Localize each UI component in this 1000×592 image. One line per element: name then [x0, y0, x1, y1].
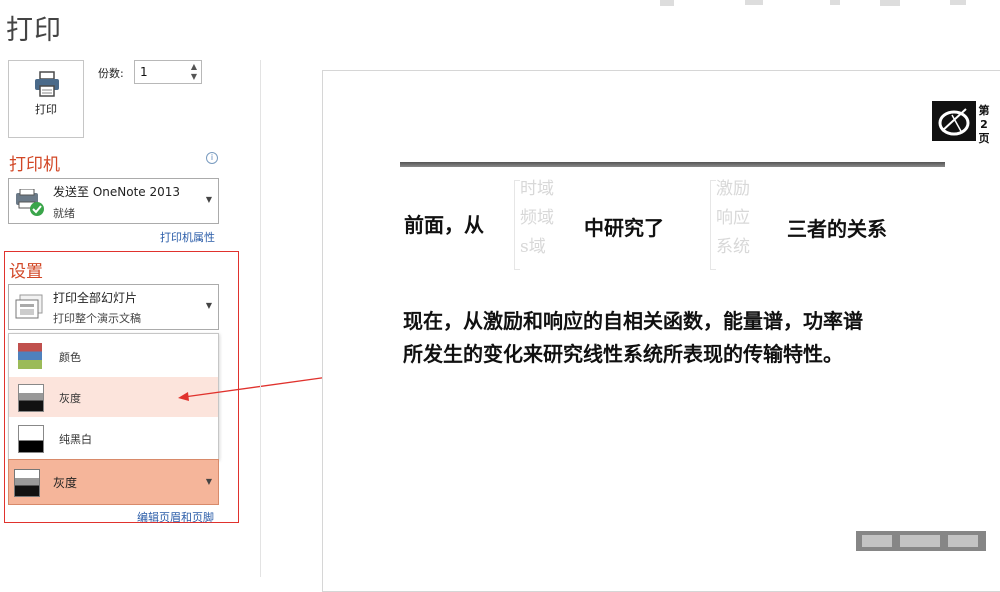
printer-status: 就绪	[53, 207, 75, 220]
slide-paragraph-line: 现在，从激励和响应的自相关函数，能量谱，功率谱	[403, 309, 863, 333]
info-icon[interactable]: i	[206, 152, 218, 164]
menu-item-label: 纯黑白	[59, 433, 92, 446]
menu-item-label: 灰度	[59, 392, 81, 405]
black-white-swatch-icon	[18, 425, 44, 453]
menu-item-label: 颜色	[59, 351, 81, 364]
color-swatch-icon	[18, 343, 42, 369]
faint-system-list: 激励 响应 系统	[716, 175, 750, 262]
printer-icon	[35, 71, 59, 97]
copies-label: 份数:	[98, 67, 124, 80]
dropdown-arrow-icon: ▼	[205, 477, 212, 486]
print-range-dropdown[interactable]: 打印全部幻灯片 打印整个演示文稿 ▼	[8, 284, 219, 330]
slide-paragraph: 现在，从激励和响应的自相关函数，能量谱，功率谱 所发生的变化来研究线性系统所表现…	[403, 305, 963, 371]
watermark-strip	[660, 0, 966, 6]
spin-arrows-icon[interactable]: ▲ ▼	[191, 62, 197, 82]
faint-text: 激励	[716, 179, 750, 199]
page-title: 打印	[6, 15, 62, 46]
printer-heading: 打印机	[9, 155, 60, 175]
faint-text: 频域	[520, 208, 554, 228]
faint-text: 响应	[716, 208, 750, 228]
pane-divider	[260, 60, 261, 577]
color-mode-dropdown[interactable]: 灰度 ▼	[8, 459, 219, 505]
color-mode-value: 灰度	[53, 476, 78, 490]
printer-dropdown[interactable]: 发送至 OneNote 2013 就绪 ▼	[8, 178, 219, 224]
printer-name: 发送至 OneNote 2013	[53, 185, 181, 199]
print-range-subtitle: 打印整个演示文稿	[53, 312, 141, 325]
print-button-label: 打印	[35, 103, 57, 116]
printer-properties-link[interactable]: 打印机属性	[160, 229, 215, 245]
faint-domain-list: 时域 频域 s域	[520, 175, 554, 262]
watermark-logo	[856, 531, 986, 551]
faint-text: s域	[520, 237, 546, 257]
dropdown-arrow-icon: ▼	[205, 195, 212, 204]
print-range-title: 打印全部幻灯片	[53, 291, 138, 305]
slide-text: 三者的关系	[787, 217, 887, 241]
slide-text: 前面，从	[404, 213, 484, 237]
menu-item-black-white[interactable]: 纯黑白	[9, 418, 218, 458]
copies-stepper[interactable]: 1 ▲ ▼	[134, 60, 202, 84]
faint-text: 时域	[520, 179, 554, 199]
slides-stack-icon	[15, 294, 43, 319]
copies-value: 1	[140, 65, 148, 79]
print-button[interactable]: 打印	[8, 60, 84, 138]
printer-ready-icon	[16, 189, 44, 216]
slide-page-number: 第2页	[978, 104, 990, 145]
faint-text: 系统	[716, 237, 750, 257]
edit-header-footer-link[interactable]: 编辑页眉和页脚	[137, 509, 214, 525]
settings-heading: 设置	[9, 262, 43, 282]
slide-paragraph-line: 所发生的变化来研究线性系统所表现的传输特性。	[403, 342, 843, 366]
dropdown-arrow-icon: ▼	[205, 301, 212, 310]
slide-logo-icon	[932, 101, 976, 141]
grayscale-swatch-icon	[14, 469, 40, 497]
slide-text: 中研究了	[584, 216, 664, 240]
grayscale-swatch-icon	[18, 384, 44, 412]
slide-header-rule	[400, 162, 945, 167]
